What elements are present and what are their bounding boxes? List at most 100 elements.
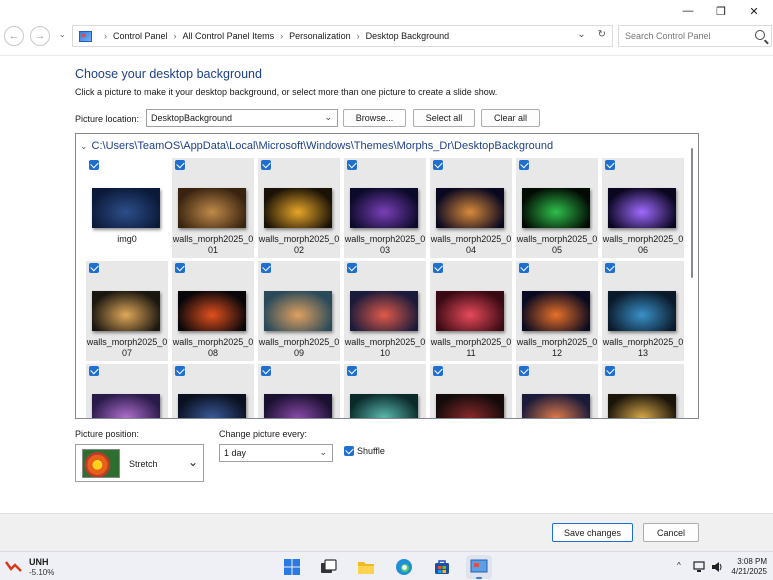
volume-icon[interactable] — [710, 560, 724, 574]
start-button[interactable] — [282, 557, 302, 577]
refresh-icon[interactable]: ↻ — [598, 29, 606, 40]
checkbox-checked-icon[interactable] — [261, 160, 271, 170]
stock-ticker[interactable]: UNH — [29, 557, 49, 567]
back-button[interactable]: ← — [4, 26, 24, 46]
picture-tile[interactable]: img0 — [86, 158, 168, 258]
wallpaper-thumbnail — [436, 394, 504, 418]
picture-tile[interactable]: walls_morph2025_013 — [602, 261, 684, 361]
picture-tile[interactable]: walls_morph2025_005 — [516, 158, 598, 258]
restore-button[interactable]: ❐ — [707, 2, 735, 20]
picture-caption: walls_morph2025_003 — [344, 234, 426, 255]
checkbox-checked-icon[interactable] — [261, 366, 271, 376]
picture-list[interactable]: ⌄ C:\Users\TeamOS\AppData\Local\Microsof… — [75, 133, 699, 419]
checkbox-checked-icon[interactable] — [347, 263, 357, 273]
picture-tile[interactable]: walls_morph2025_012 — [516, 261, 598, 361]
network-icon[interactable] — [692, 560, 706, 574]
stock-widget-icon[interactable] — [4, 560, 23, 572]
breadcrumb-personalization[interactable]: Personalization — [289, 31, 351, 41]
save-changes-button[interactable]: Save changes — [552, 523, 633, 542]
picture-tile[interactable] — [344, 364, 426, 418]
picture-tile[interactable]: walls_morph2025_010 — [344, 261, 426, 361]
breadcrumb-all-items[interactable]: All Control Panel Items — [183, 31, 275, 41]
picture-tile[interactable]: walls_morph2025_004 — [430, 158, 512, 258]
task-view-icon[interactable] — [318, 557, 338, 577]
search-placeholder: Search Control Panel — [625, 31, 711, 41]
checkbox-checked-icon[interactable] — [89, 366, 99, 376]
picture-tile[interactable] — [516, 364, 598, 418]
control-panel-taskbar-button[interactable] — [466, 555, 492, 579]
picture-tile[interactable]: walls_morph2025_011 — [430, 261, 512, 361]
checkbox-checked-icon[interactable] — [175, 366, 185, 376]
wallpaper-thumbnail — [264, 188, 332, 228]
picture-location-value: DesktopBackground — [151, 113, 233, 123]
clock-date: 4/21/2025 — [731, 567, 767, 576]
shuffle-label: Shuffle — [357, 446, 385, 456]
checkbox-checked-icon[interactable] — [433, 160, 443, 170]
folder-group-header[interactable]: ⌄ C:\Users\TeamOS\AppData\Local\Microsof… — [80, 140, 553, 152]
recent-locations-chevron-icon[interactable]: ⌄ — [59, 30, 66, 39]
change-interval-select[interactable]: 1 day ⌄ — [219, 444, 333, 462]
divider — [0, 55, 773, 56]
picture-tile[interactable] — [172, 364, 254, 418]
wallpaper-thumbnail — [522, 291, 590, 331]
dialog-footer: Save changes Cancel — [0, 513, 773, 551]
picture-tile[interactable]: walls_morph2025_002 — [258, 158, 340, 258]
checkbox-checked-icon[interactable] — [433, 263, 443, 273]
picture-tile[interactable]: walls_morph2025_008 — [172, 261, 254, 361]
checkbox-checked-icon[interactable] — [519, 263, 529, 273]
chevron-right-icon: › — [173, 31, 177, 41]
picture-tile[interactable]: walls_morph2025_001 — [172, 158, 254, 258]
wallpaper-thumbnail — [350, 291, 418, 331]
forward-button[interactable]: → — [30, 26, 50, 46]
checkbox-checked-icon[interactable] — [175, 263, 185, 273]
file-explorer-icon[interactable] — [356, 557, 376, 577]
search-input[interactable]: Search Control Panel — [618, 25, 772, 47]
picture-tile[interactable] — [602, 364, 684, 418]
checkbox-checked-icon[interactable] — [175, 160, 185, 170]
breadcrumb-control-panel[interactable]: Control Panel — [113, 31, 168, 41]
picture-tile[interactable] — [86, 364, 168, 418]
wallpaper-thumbnail — [436, 188, 504, 228]
picture-location-select[interactable]: DesktopBackground ⌄ — [146, 109, 338, 127]
checkbox-checked-icon[interactable] — [89, 160, 99, 170]
checkbox-checked-icon[interactable] — [347, 160, 357, 170]
chevron-down-icon: ⌄ — [187, 455, 198, 469]
checkbox-checked-icon[interactable] — [261, 263, 271, 273]
checkbox-checked-icon[interactable] — [605, 160, 615, 170]
minimize-button[interactable]: — — [674, 2, 702, 20]
checkbox-checked-icon[interactable] — [519, 366, 529, 376]
checkbox-checked-icon[interactable] — [89, 263, 99, 273]
picture-caption: walls_morph2025_005 — [516, 234, 598, 255]
wallpaper-thumbnail — [608, 394, 676, 418]
checkbox-checked-icon[interactable] — [605, 366, 615, 376]
checkbox-checked-icon[interactable] — [344, 446, 354, 456]
microsoft-store-icon[interactable] — [432, 557, 452, 577]
address-dropdown-icon[interactable]: ⌄ — [577, 29, 585, 40]
picture-tile[interactable]: walls_morph2025_009 — [258, 261, 340, 361]
clock-time: 3:08 PM — [737, 557, 767, 566]
picture-tile[interactable]: walls_morph2025_006 — [602, 158, 684, 258]
breadcrumb-desktop-background[interactable]: Desktop Background — [366, 31, 450, 41]
scrollbar[interactable] — [691, 148, 693, 278]
cancel-button[interactable]: Cancel — [643, 523, 699, 542]
picture-tile[interactable]: walls_morph2025_003 — [344, 158, 426, 258]
shuffle-checkbox[interactable]: Shuffle — [344, 446, 385, 456]
close-button[interactable]: ✕ — [740, 2, 768, 20]
browse-button[interactable]: Browse... — [343, 109, 406, 127]
clock[interactable]: 3:08 PM 4/21/2025 — [729, 557, 767, 577]
clear-all-button[interactable]: Clear all — [481, 109, 540, 127]
picture-position-select[interactable]: Stretch ⌄ — [75, 444, 204, 482]
search-icon[interactable] — [755, 30, 765, 40]
picture-tile[interactable]: walls_morph2025_007 — [86, 261, 168, 361]
edge-browser-icon[interactable] — [394, 557, 414, 577]
picture-tile[interactable] — [258, 364, 340, 418]
picture-caption: walls_morph2025_013 — [602, 337, 684, 358]
select-all-button[interactable]: Select all — [413, 109, 475, 127]
checkbox-checked-icon[interactable] — [347, 366, 357, 376]
checkbox-checked-icon[interactable] — [433, 366, 443, 376]
checkbox-checked-icon[interactable] — [605, 263, 615, 273]
picture-tile[interactable] — [430, 364, 512, 418]
checkbox-checked-icon[interactable] — [519, 160, 529, 170]
address-bar[interactable]: › Control Panel › All Control Panel Item… — [72, 25, 613, 47]
show-hidden-icons-chevron[interactable]: ^ — [677, 561, 681, 570]
